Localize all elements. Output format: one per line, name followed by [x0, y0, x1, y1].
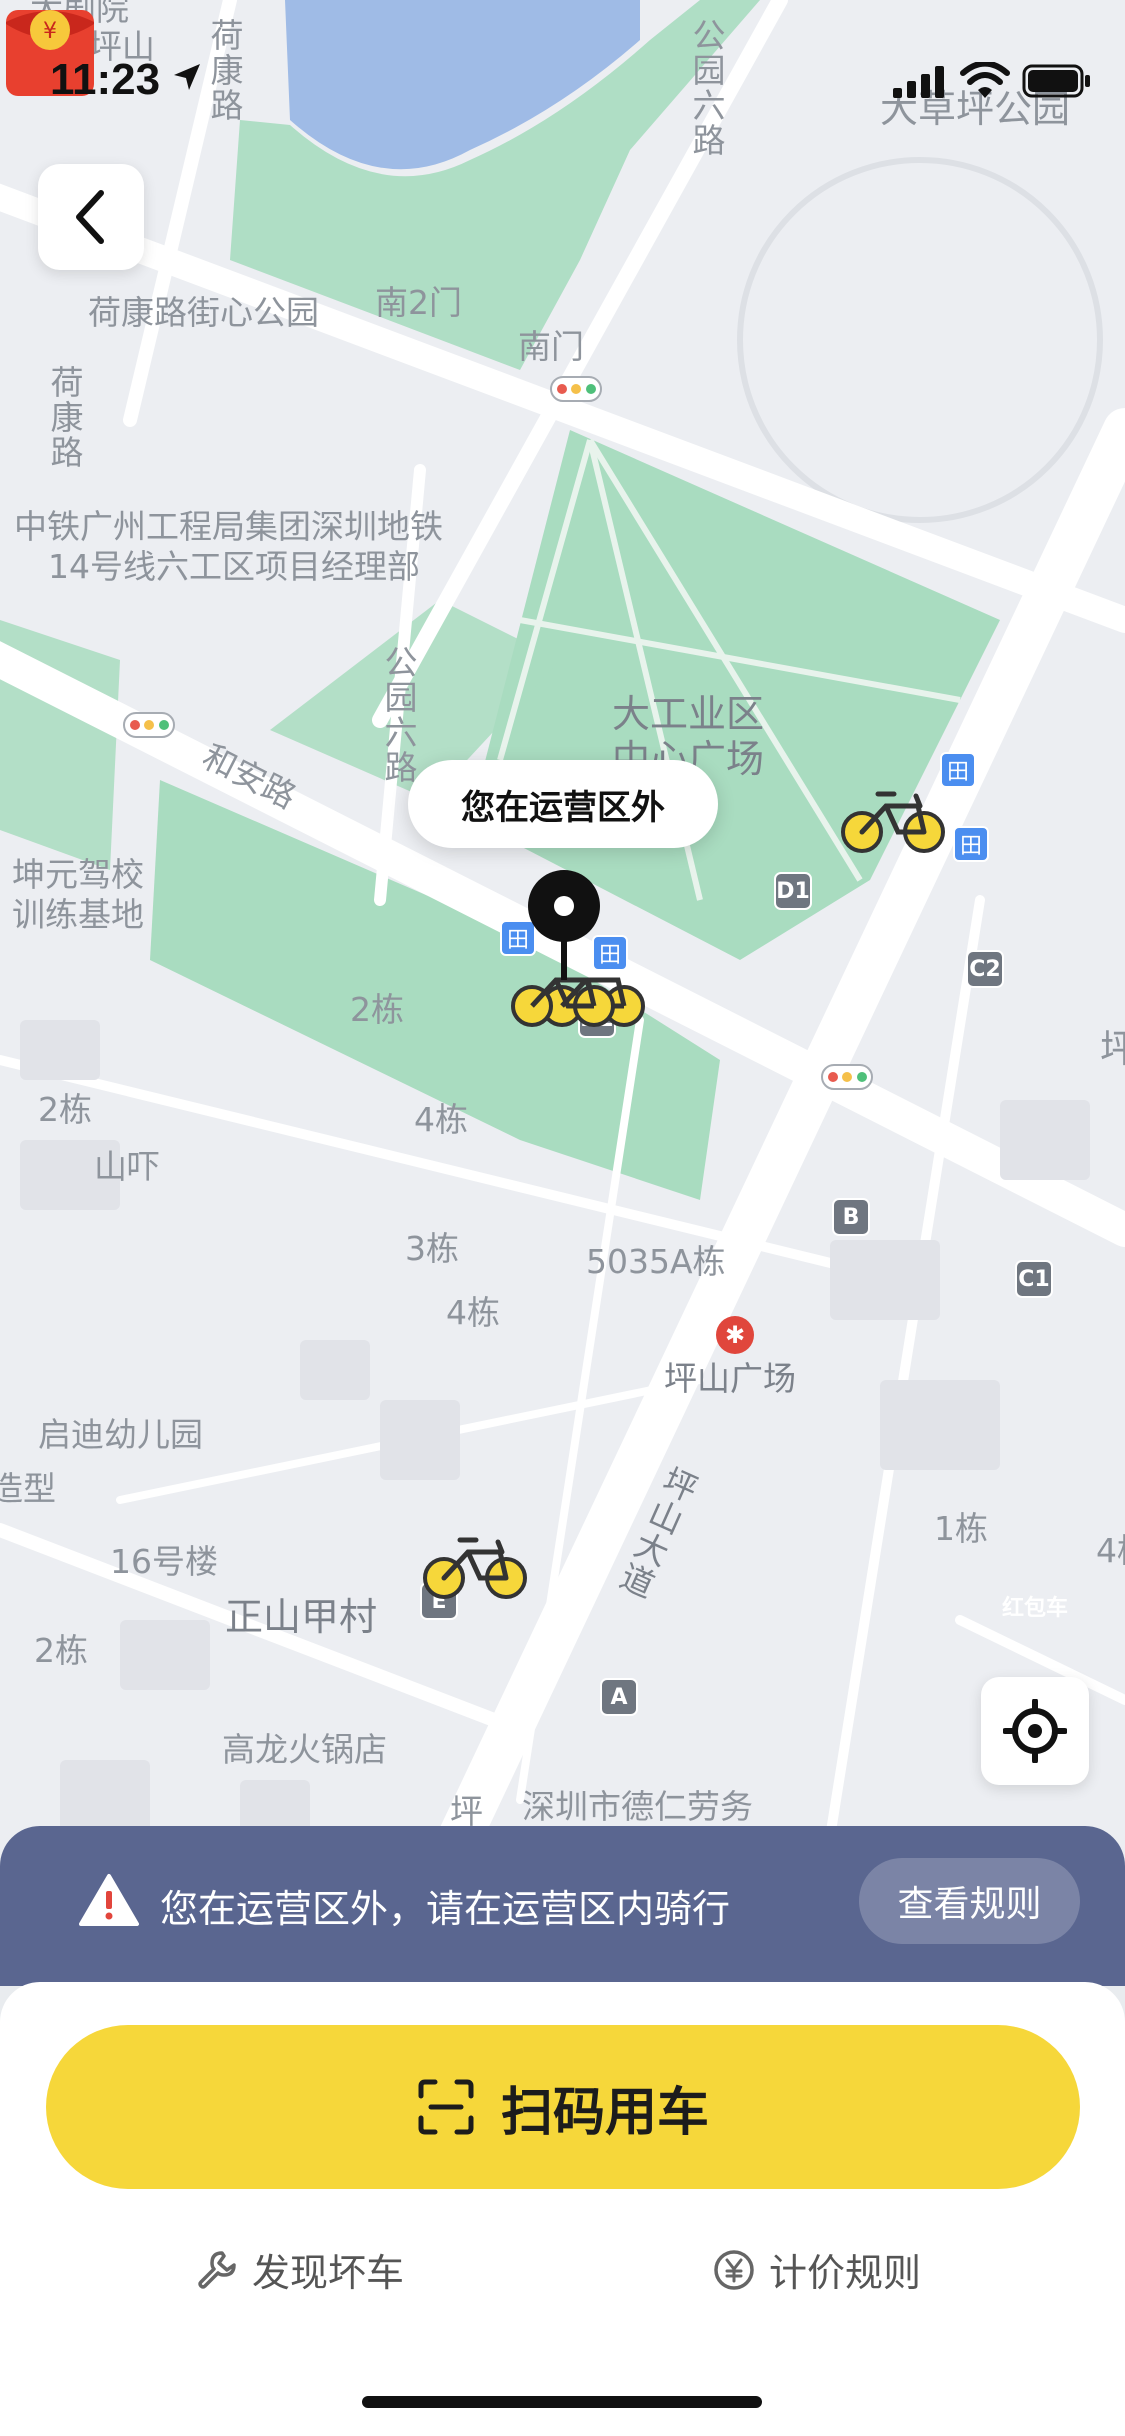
map-marker-b: B: [832, 1198, 870, 1236]
map-label: 荷康路: [45, 365, 84, 470]
map-label: 南门: [518, 327, 584, 366]
scan-to-ride-button[interactable]: 扫码用车: [46, 2025, 1080, 2189]
map-label: 大工业区: [612, 692, 765, 736]
map-marker-c1: C1: [1015, 1260, 1053, 1298]
map-label: 深圳市德仁劳务: [522, 1787, 753, 1826]
map-label: 造型: [0, 1469, 56, 1508]
pricing-rules-link[interactable]: 计价规则: [713, 2242, 921, 2297]
battery-icon: [1022, 64, 1090, 98]
status-bar: 11:23: [0, 0, 1125, 120]
map-label: 14号线六工区项目经理部: [48, 547, 420, 586]
bike-icon[interactable]: [420, 1532, 530, 1602]
status-time: 11:23: [50, 55, 161, 104]
signal-icon: [893, 66, 944, 98]
back-icon: [76, 190, 104, 244]
map-label: 3栋: [405, 1229, 459, 1268]
wrench-icon: [198, 2250, 236, 2289]
warning-text: 您在运营区外，请在运营区内骑行: [160, 1887, 731, 1931]
report-broken-label: 发现坏车: [252, 2251, 405, 2295]
warning-icon: [79, 1874, 139, 1926]
screen: 街电(坪山 大剧院 荷康路 公园六路 大草坪公园 荷康路街心公园 南2门 南门 …: [0, 0, 1125, 2436]
wifi-icon: [960, 62, 1010, 98]
locate-icon: [1003, 1699, 1067, 1763]
map-label: 16号楼: [110, 1542, 218, 1581]
map-marker-c2: C2: [966, 950, 1004, 988]
red-packet-label[interactable]: 红包车: [992, 1590, 1078, 1622]
map-label: 5035A栋: [586, 1242, 726, 1281]
view-rules-button[interactable]: 查看规则: [859, 1858, 1080, 1944]
map-label: 训练基地: [12, 895, 144, 934]
map-label: 坪山广场: [664, 1359, 796, 1398]
map-label: 2栋: [350, 990, 404, 1029]
metro-station-icon: ✱: [716, 1316, 754, 1354]
map-marker-d1: D1: [774, 872, 812, 910]
bus-stop-icon: 田: [953, 826, 989, 862]
map-label: 2栋: [38, 1090, 92, 1129]
map-label: 中铁广州工程局集团深圳地铁: [14, 507, 443, 546]
traffic-light-icon: [821, 1064, 873, 1090]
home-indicator[interactable]: [362, 2396, 762, 2408]
back-button[interactable]: [38, 164, 144, 270]
map-view[interactable]: 街电(坪山 大剧院 荷康路 公园六路 大草坪公园 荷康路街心公园 南2门 南门 …: [0, 0, 1125, 1900]
yuan-icon: [714, 2249, 754, 2290]
map-label: 启迪幼儿园: [38, 1415, 203, 1454]
map-label: 坪: [1100, 1027, 1125, 1071]
bike-icon[interactable]: [838, 786, 948, 856]
map-label: 坪: [450, 1792, 483, 1831]
map-label: 4栋: [414, 1100, 468, 1139]
traffic-light-icon: [123, 712, 175, 738]
locate-me-button[interactable]: [981, 1677, 1089, 1785]
location-arrow-icon: [174, 64, 200, 90]
pricing-rules-label: 计价规则: [769, 2251, 922, 2295]
map-label: 4栋: [1096, 1531, 1125, 1570]
user-location-pin-icon: [528, 870, 600, 980]
map-label: 荷康路街心公园: [88, 293, 319, 332]
map-label: 1栋: [934, 1509, 988, 1548]
map-marker-a: A: [600, 1678, 638, 1716]
map-label: 山吓: [94, 1147, 160, 1186]
map-label: 4栋: [446, 1293, 500, 1332]
map-label: 南2门: [375, 283, 462, 322]
map-label: 正山甲村: [225, 1595, 378, 1639]
map-label: 2栋: [34, 1631, 88, 1670]
out-of-zone-callout: 您在运营区外: [408, 760, 718, 848]
map-label: 坤元驾校: [12, 855, 144, 894]
bus-stop-icon: 田: [940, 752, 976, 788]
traffic-light-icon: [550, 376, 602, 402]
report-broken-bike-link[interactable]: 发现坏车: [196, 2242, 404, 2297]
map-label: 公园六路: [379, 645, 418, 785]
scan-button-label: 扫码用车: [500, 2082, 709, 2143]
map-label: 高龙火锅店: [222, 1730, 387, 1769]
scan-icon: [418, 2079, 474, 2135]
